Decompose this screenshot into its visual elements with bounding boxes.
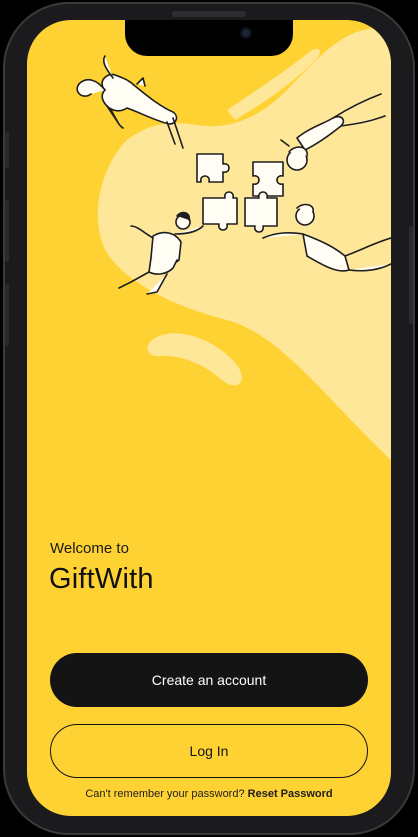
puzzle-team-illustration: [76, 28, 391, 460]
welcome-text: Welcome to: [50, 540, 129, 557]
reset-prompt: Can't remember your password?: [85, 788, 245, 800]
camera-notch: [125, 20, 293, 56]
app-screen: Welcome to GiftWith Create an account Lo…: [27, 20, 391, 816]
reset-password-row: Can't remember your password? Reset Pass…: [27, 788, 391, 800]
create-account-label: Create an account: [151, 672, 267, 688]
silent-switch: [5, 132, 9, 168]
volume-up-button: [5, 200, 9, 262]
volume-down-button: [5, 284, 9, 346]
login-button[interactable]: Log In: [50, 724, 368, 778]
app-name-title: GiftWith: [49, 563, 154, 595]
login-label: Log In: [189, 743, 229, 759]
power-button: [409, 226, 413, 324]
reset-password-link[interactable]: Reset Password: [248, 788, 333, 800]
front-camera: [240, 27, 252, 39]
earpiece-speaker: [172, 11, 246, 17]
create-account-button[interactable]: Create an account: [50, 653, 368, 707]
lower-blob: [147, 333, 242, 386]
